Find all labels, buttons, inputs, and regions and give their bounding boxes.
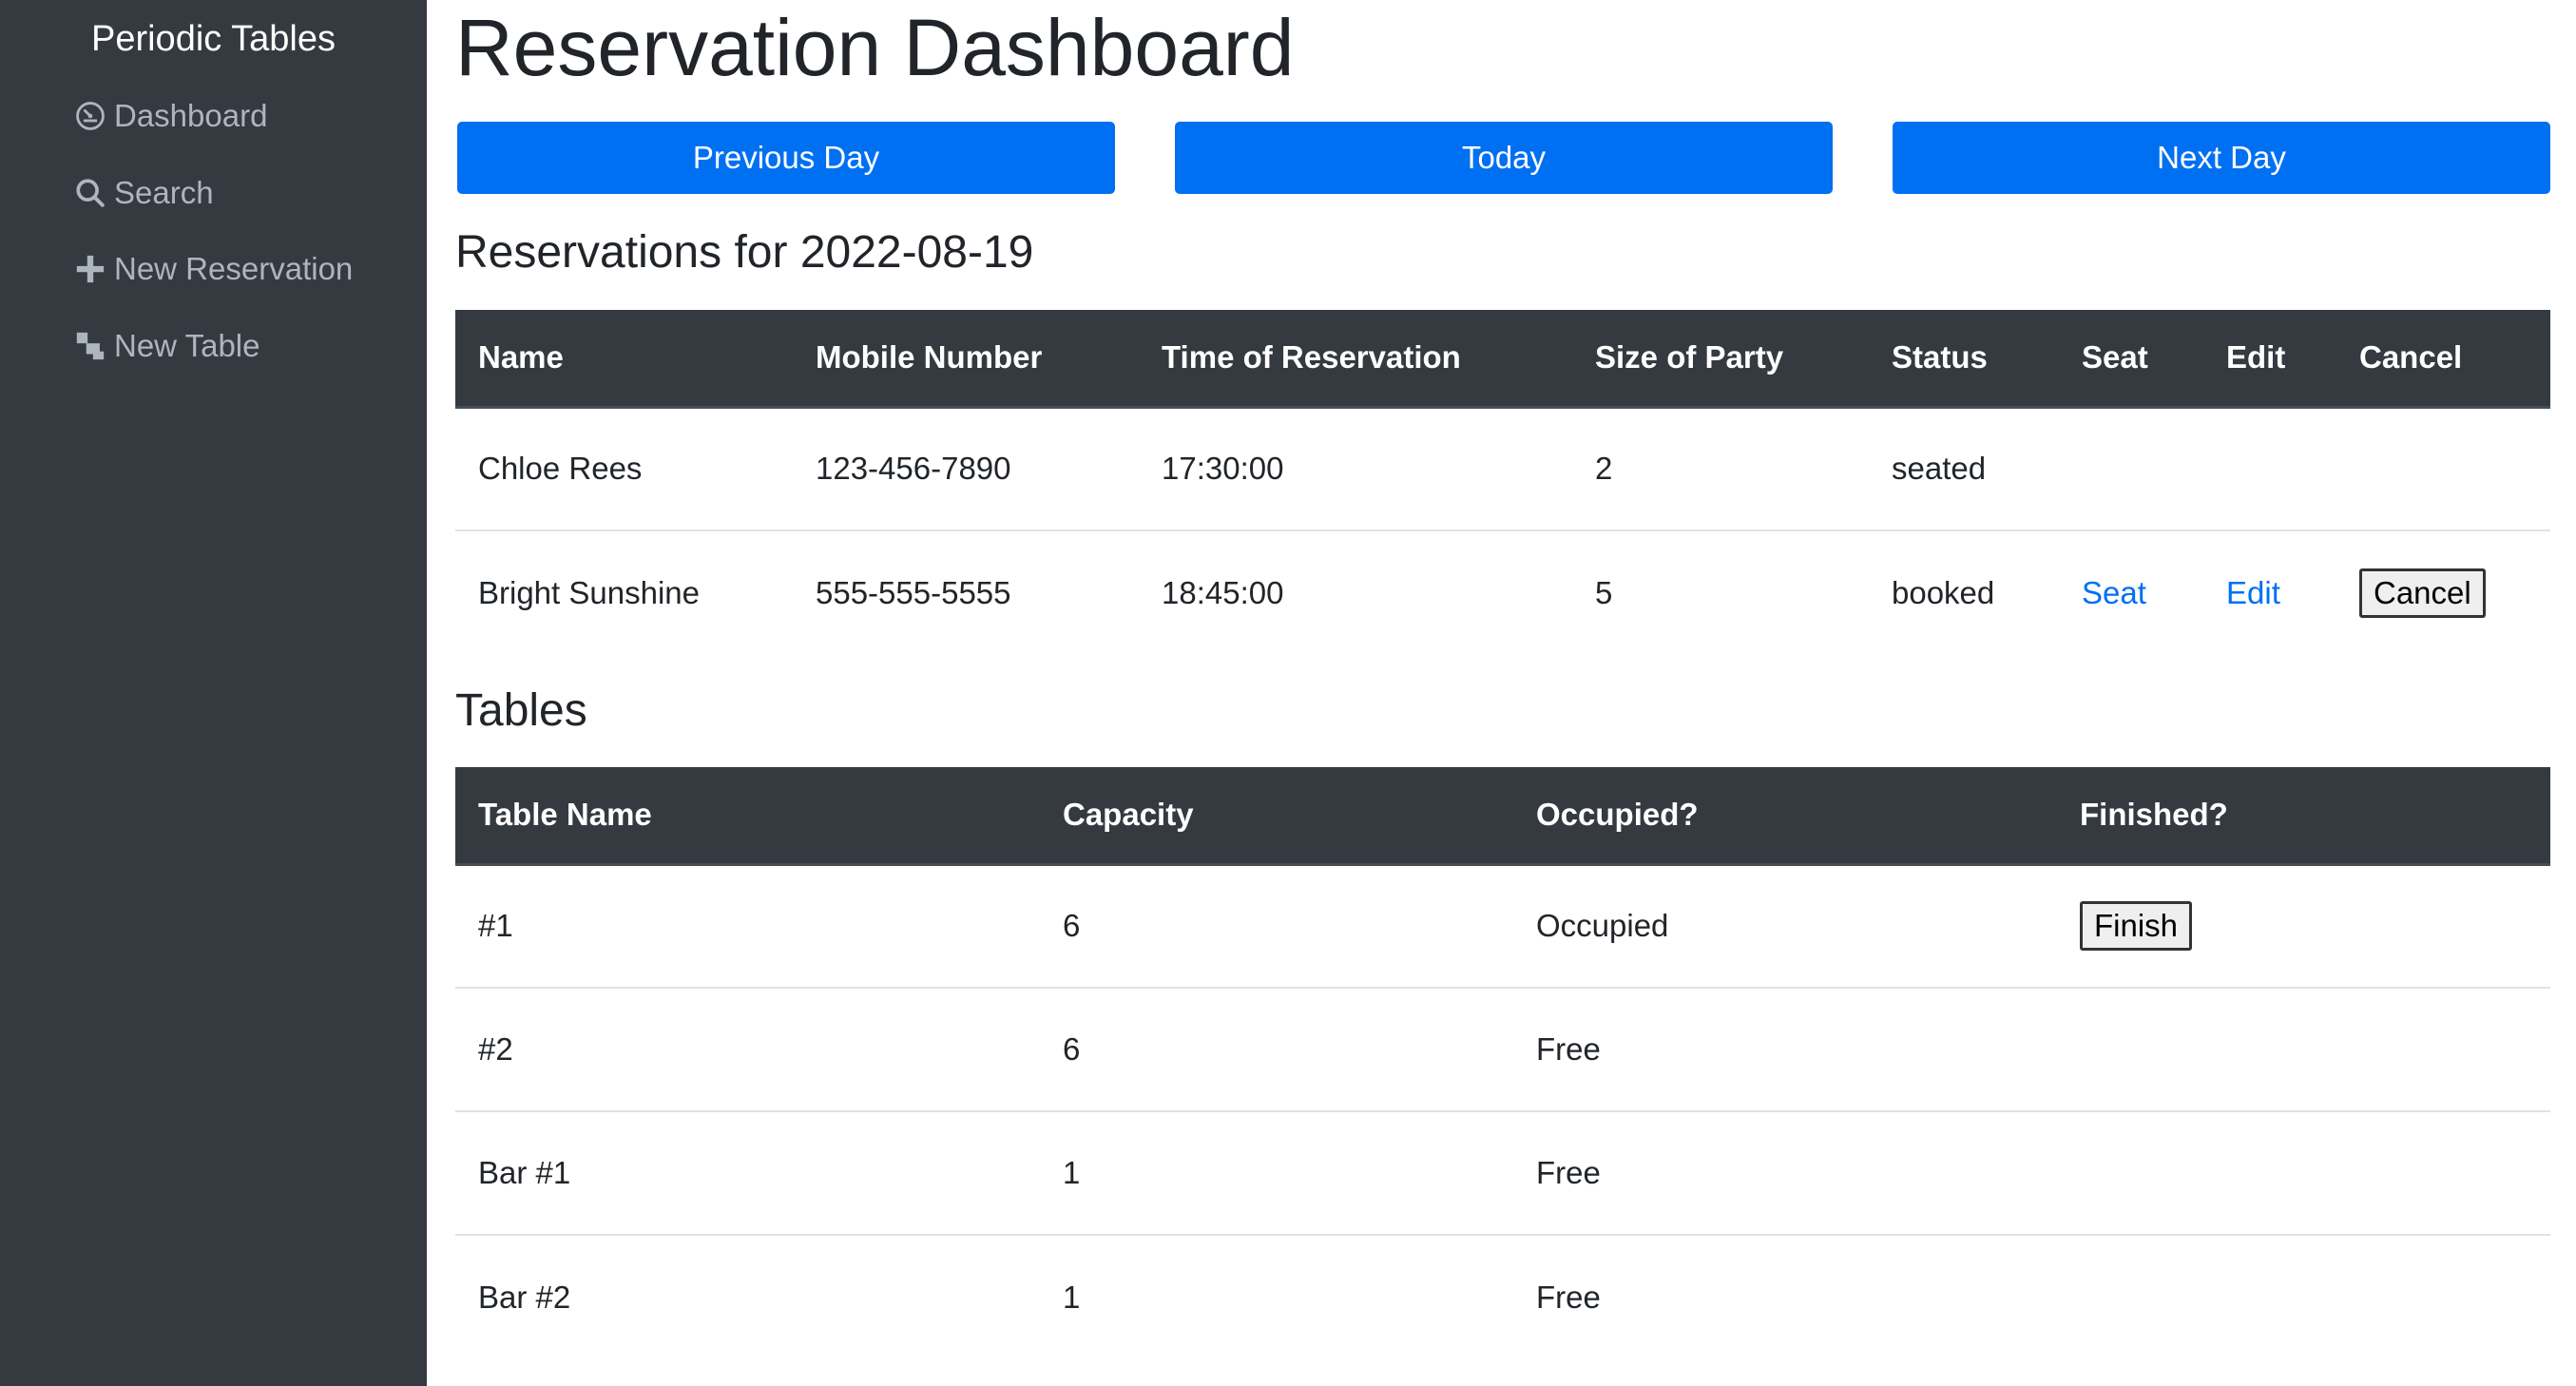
reservation-name: Bright Sunshine xyxy=(478,574,700,610)
sidebar-item-new-reservation[interactable]: New Reservation xyxy=(74,248,353,290)
column-header: Status xyxy=(1869,310,2059,409)
reservation-mobile: 123-456-7890 xyxy=(793,407,1139,531)
column-header: Edit xyxy=(2203,310,2336,409)
brand-title[interactable]: Periodic Tables xyxy=(0,15,427,63)
reservation-seat-cell xyxy=(2059,407,2203,531)
table-finish-cell xyxy=(2057,988,2550,1112)
search-icon xyxy=(76,179,105,207)
sidebar-item-search[interactable]: Search xyxy=(74,172,214,214)
table-occupied: Free xyxy=(1513,988,2057,1112)
table-row: Bar #2 1 Free xyxy=(455,1235,2550,1358)
reservation-size: 2 xyxy=(1572,407,1869,531)
reservation-time: 18:45:00 xyxy=(1162,574,1284,610)
table-header-row: Name Mobile Number Time of Reservation S… xyxy=(455,310,2550,409)
column-header: Table Name xyxy=(455,767,1040,866)
table-name: #1 xyxy=(455,864,1040,989)
sidebar-item-new-table[interactable]: New Table xyxy=(74,325,260,367)
column-header: Size of Party xyxy=(1572,310,1869,409)
sidebar-item-label: New Reservation xyxy=(114,251,354,286)
reservation-size: 5 xyxy=(1595,574,1613,610)
today-button[interactable]: Today xyxy=(1175,122,1833,194)
table-finish-cell xyxy=(2057,1111,2550,1236)
table-capacity: 1 xyxy=(1063,1279,1081,1315)
sidebar-item-label: New Table xyxy=(114,328,260,363)
column-header: Time of Reservation xyxy=(1139,310,1572,409)
table-occupied: Free xyxy=(1513,1111,2057,1236)
reservation-time: 17:30:00 xyxy=(1139,407,1572,531)
reservation-cancel-cell: Cancel xyxy=(2336,530,2550,654)
reservations-table: Name Mobile Number Time of Reservation S… xyxy=(455,310,2550,654)
cancel-button[interactable]: Cancel xyxy=(2359,568,2486,618)
table-occupied: Free xyxy=(1536,1279,1601,1315)
column-header: Capacity xyxy=(1040,767,1513,866)
tables-table: Table Name Capacity Occupied? Finished? … xyxy=(455,767,2550,1358)
dashboard-icon xyxy=(76,102,105,130)
reservation-mobile: 555-555-5555 xyxy=(816,574,1011,610)
reservations-title: Reservations for 2022-08-19 xyxy=(455,227,1034,278)
sidebar-item-label: Search xyxy=(114,175,214,210)
reservation-edit-cell: Edit xyxy=(2203,530,2336,654)
table-name: Bar #2 xyxy=(478,1279,571,1315)
table-capacity: 6 xyxy=(1040,988,1513,1112)
table-header-row: Table Name Capacity Occupied? Finished? xyxy=(455,767,2550,866)
table-finish-cell: Finish xyxy=(2057,864,2550,989)
previous-day-button[interactable]: Previous Day xyxy=(457,122,1115,194)
plus-icon xyxy=(76,255,105,283)
column-header: Finished? xyxy=(2057,767,2550,866)
column-header: Mobile Number xyxy=(793,310,1139,409)
table-occupied: Occupied xyxy=(1513,864,2057,989)
table-row: Bright Sunshine 555-555-5555 18:45:00 5 … xyxy=(455,530,2550,654)
sidebar-item-dashboard[interactable]: Dashboard xyxy=(74,95,267,137)
table-finish-cell xyxy=(2057,1235,2550,1358)
edit-link[interactable]: Edit xyxy=(2226,575,2280,610)
reservation-edit-cell xyxy=(2203,407,2336,531)
table-row: #2 6 Free xyxy=(455,988,2550,1112)
table-name: Bar #1 xyxy=(455,1111,1040,1236)
column-header: Name xyxy=(455,310,793,409)
reservation-seat-cell: Seat xyxy=(2059,530,2203,654)
table-row: Bar #1 1 Free xyxy=(455,1111,2550,1236)
reservation-status: booked xyxy=(1892,574,1995,610)
table-row: Chloe Rees 123-456-7890 17:30:00 2 seate… xyxy=(455,407,2550,531)
next-day-button[interactable]: Next Day xyxy=(1893,122,2550,194)
tables-title: Tables xyxy=(455,685,587,736)
seat-link[interactable]: Seat xyxy=(2082,575,2146,610)
finish-button[interactable]: Finish xyxy=(2080,901,2193,952)
table-row: #1 6 Occupied Finish xyxy=(455,864,2550,989)
table-capacity: 1 xyxy=(1040,1111,1513,1236)
sidebar: Periodic Tables Dashboard Search New Res… xyxy=(0,0,427,1386)
column-header: Occupied? xyxy=(1513,767,2057,866)
column-header: Seat xyxy=(2059,310,2203,409)
reservation-cancel-cell xyxy=(2336,407,2550,531)
sidebar-item-label: Dashboard xyxy=(114,98,268,133)
main-content: Reservation Dashboard Previous Day Today… xyxy=(427,0,2576,1386)
table-icon xyxy=(76,332,105,360)
column-header: Cancel xyxy=(2336,310,2550,409)
page-title: Reservation Dashboard xyxy=(455,3,1295,92)
table-name: #2 xyxy=(455,988,1040,1112)
reservation-status: seated xyxy=(1869,407,2059,531)
table-capacity: 6 xyxy=(1040,864,1513,989)
app: Periodic Tables Dashboard Search New Res… xyxy=(0,0,2576,1386)
reservation-name: Chloe Rees xyxy=(455,407,793,531)
